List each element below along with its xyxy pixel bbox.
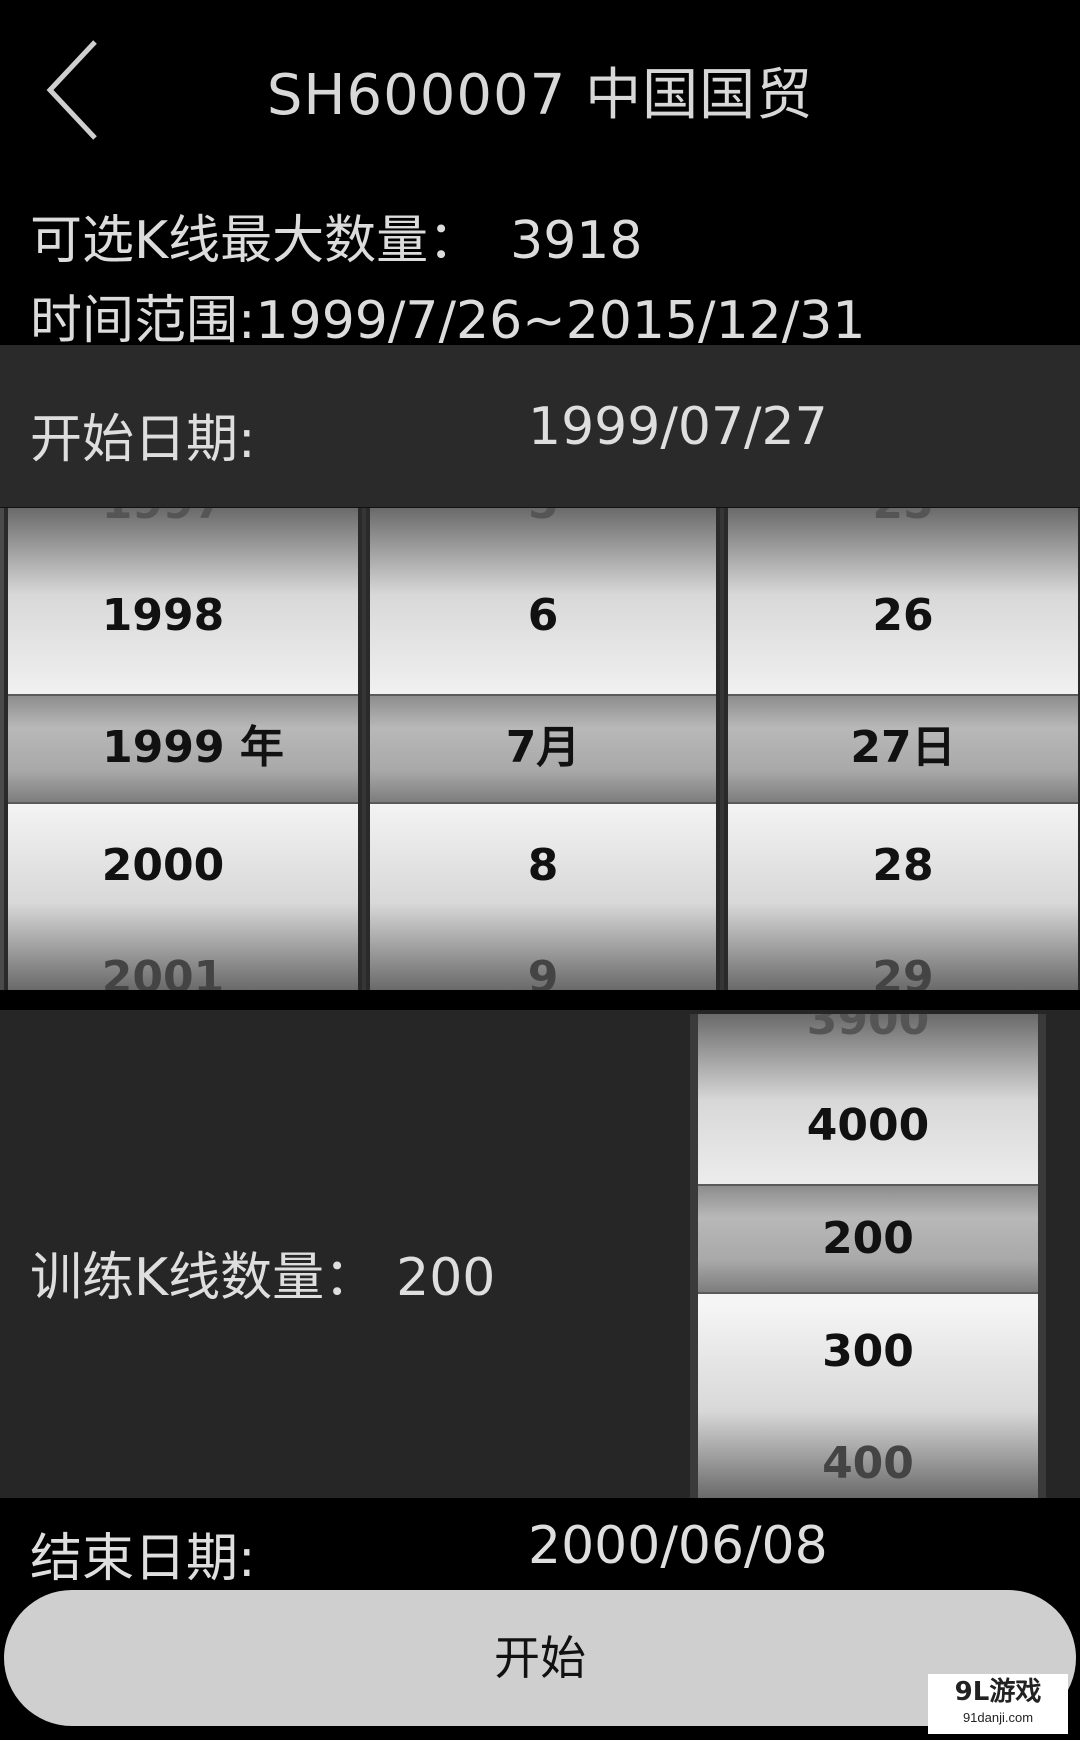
header-bar: SH600007 中国国贸 bbox=[0, 0, 1080, 180]
day-option[interactable]: 26 bbox=[728, 560, 1078, 672]
training-count-info: 训练K线数量： 200 bbox=[30, 1235, 495, 1310]
year-option[interactable]: 2000 bbox=[8, 810, 358, 922]
month-option[interactable]: 9 bbox=[370, 922, 716, 990]
date-picker: 1997 1998 1999 年 2000 2001 5 6 7月 8 9 25… bbox=[0, 508, 1080, 990]
day-option[interactable]: 29 bbox=[728, 922, 1078, 990]
page-title: SH600007 中国国贸 bbox=[266, 63, 814, 128]
watermark-logo: 9L游戏 91danji.com bbox=[928, 1674, 1068, 1734]
month-option[interactable]: 5 bbox=[370, 508, 716, 560]
year-option[interactable]: 1998 bbox=[8, 560, 358, 672]
max-k-info: 可选K线最大数量： 3918 bbox=[30, 198, 642, 273]
year-option[interactable]: 1997 bbox=[8, 508, 358, 560]
training-count-wheel[interactable]: 3900 4000 200 300 400 bbox=[690, 1014, 1046, 1498]
count-option-selected[interactable]: 200 bbox=[698, 1186, 1038, 1292]
month-option-selected[interactable]: 7月 bbox=[370, 696, 716, 800]
start-date-value: 1999/07/27 bbox=[528, 397, 828, 457]
year-option[interactable]: 2001 bbox=[8, 922, 358, 990]
training-count-section: 训练K线数量： 200 3900 4000 200 300 400 bbox=[0, 1010, 1080, 1498]
count-option[interactable]: 4000 bbox=[698, 1070, 1038, 1182]
max-k-value: 3918 bbox=[510, 211, 643, 271]
year-option-selected[interactable]: 1999 年 bbox=[8, 696, 358, 800]
end-date-value: 2000/06/08 bbox=[528, 1516, 828, 1576]
count-option[interactable]: 400 bbox=[698, 1408, 1038, 1498]
start-date-row[interactable]: 开始日期: 1999/07/27 bbox=[0, 345, 1080, 509]
year-wheel[interactable]: 1997 1998 1999 年 2000 2001 bbox=[4, 508, 362, 990]
count-option[interactable]: 300 bbox=[698, 1296, 1038, 1408]
month-option[interactable]: 8 bbox=[370, 810, 716, 922]
end-date-row: 结束日期: 2000/06/08 bbox=[0, 1500, 1080, 1590]
max-k-label: 可选K线最大数量： bbox=[30, 211, 481, 271]
time-range-info: 时间范围:1999/7/26~2015/12/31 bbox=[30, 291, 866, 351]
month-wheel[interactable]: 5 6 7月 8 9 bbox=[366, 508, 720, 990]
day-option[interactable]: 28 bbox=[728, 810, 1078, 922]
end-date-label: 结束日期: bbox=[30, 1529, 256, 1589]
training-count-label: 训练K线数量： bbox=[30, 1248, 377, 1308]
start-date-label: 开始日期: bbox=[30, 410, 256, 470]
start-button[interactable]: 开始 bbox=[4, 1590, 1076, 1726]
training-count-value: 200 bbox=[396, 1248, 496, 1308]
day-option-selected[interactable]: 27日 bbox=[728, 696, 1078, 800]
watermark-text: 9L游戏 bbox=[954, 1677, 1042, 1707]
watermark-url: 91danji.com bbox=[962, 1710, 1034, 1725]
day-option[interactable]: 25 bbox=[728, 508, 1078, 560]
day-wheel[interactable]: 25 26 27日 28 29 bbox=[724, 508, 1080, 990]
month-option[interactable]: 6 bbox=[370, 560, 716, 672]
count-option[interactable]: 3900 bbox=[698, 1014, 1038, 1076]
